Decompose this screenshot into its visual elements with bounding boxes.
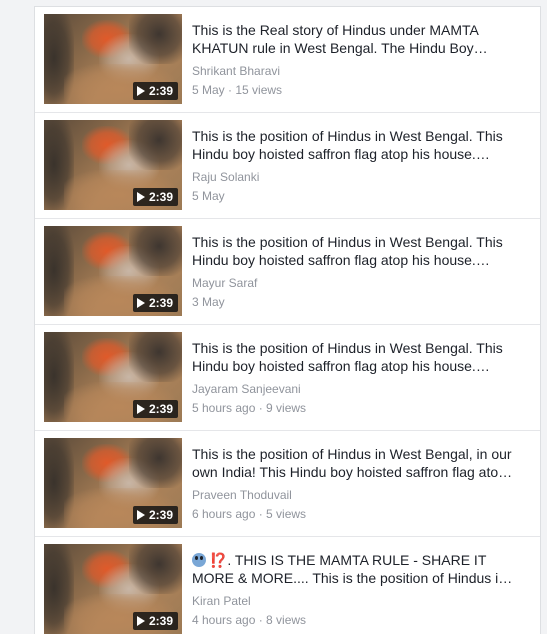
video-thumbnail[interactable]: 2:39 [44, 14, 182, 104]
video-item[interactable]: 2:39 This is the Real story of Hindus un… [35, 7, 540, 113]
duration-label: 2:39 [148, 614, 173, 628]
duration-badge: 2:39 [132, 400, 178, 418]
duration-label: 2:39 [148, 296, 173, 310]
video-results-panel: 2:39 This is the Real story of Hindus un… [34, 6, 541, 634]
video-meta: 5 May · 15 views [192, 83, 283, 97]
fearful-face-icon [192, 553, 206, 567]
video-author[interactable]: Shrikant Bharavi [192, 63, 280, 79]
video-item[interactable]: 2:39 This is the position of Hindus in W… [35, 113, 540, 219]
video-thumbnail[interactable]: 2:39 [44, 226, 182, 316]
duration-badge: 2:39 [132, 506, 178, 524]
video-meta: 5 May [192, 189, 225, 203]
play-icon [136, 86, 145, 96]
video-title[interactable]: This is the position of Hindus in West B… [192, 127, 528, 163]
video-item[interactable]: 2:39 This is the position of Hindus in W… [35, 431, 540, 537]
video-item[interactable]: 2:39 This is the position of Hindus in W… [35, 325, 540, 431]
video-thumbnail[interactable]: 2:39 [44, 120, 182, 210]
video-thumbnail[interactable]: 2:39 [44, 332, 182, 422]
video-title[interactable]: ⁉️. THIS IS THE MAMTA RULE - SHARE IT MO… [192, 551, 528, 587]
duration-label: 2:39 [148, 190, 173, 204]
play-icon [136, 404, 145, 414]
duration-badge: 2:39 [132, 188, 178, 206]
video-meta: 6 hours ago · 5 views [192, 507, 307, 521]
video-meta: 3 May [192, 295, 225, 309]
video-item[interactable]: 2:39 ⁉️. THIS IS THE MAMTA RULE - SHARE … [35, 537, 540, 634]
video-title[interactable]: This is the position of Hindus in West B… [192, 233, 528, 269]
video-item[interactable]: 2:39 This is the position of Hindus in W… [35, 219, 540, 325]
video-thumbnail[interactable]: 2:39 [44, 438, 182, 528]
exclamation-question-icon: ⁉️ [209, 552, 228, 568]
play-icon [136, 192, 145, 202]
video-author[interactable]: Jayaram Sanjeevani [192, 381, 301, 397]
play-icon [136, 616, 145, 626]
video-meta: 5 hours ago · 9 views [192, 401, 307, 415]
video-title[interactable]: This is the Real story of Hindus under M… [192, 21, 528, 57]
duration-label: 2:39 [148, 508, 173, 522]
video-author[interactable]: Mayur Saraf [192, 275, 257, 291]
video-title[interactable]: This is the position of Hindus in West B… [192, 339, 528, 375]
video-meta: 4 hours ago · 8 views [192, 613, 307, 627]
video-author[interactable]: Praveen Thoduvail [192, 487, 292, 503]
duration-badge: 2:39 [132, 294, 178, 312]
video-author[interactable]: Raju Solanki [192, 169, 259, 185]
video-author[interactable]: Kiran Patel [192, 593, 251, 609]
duration-badge: 2:39 [132, 612, 178, 630]
play-icon [136, 298, 145, 308]
duration-label: 2:39 [148, 402, 173, 416]
duration-label: 2:39 [148, 84, 173, 98]
duration-badge: 2:39 [132, 82, 178, 100]
play-icon [136, 510, 145, 520]
video-title[interactable]: This is the position of Hindus in West B… [192, 445, 528, 481]
video-thumbnail[interactable]: 2:39 [44, 544, 182, 634]
video-title-text: . THIS IS THE MAMTA RULE - SHARE IT MORE… [192, 552, 513, 586]
